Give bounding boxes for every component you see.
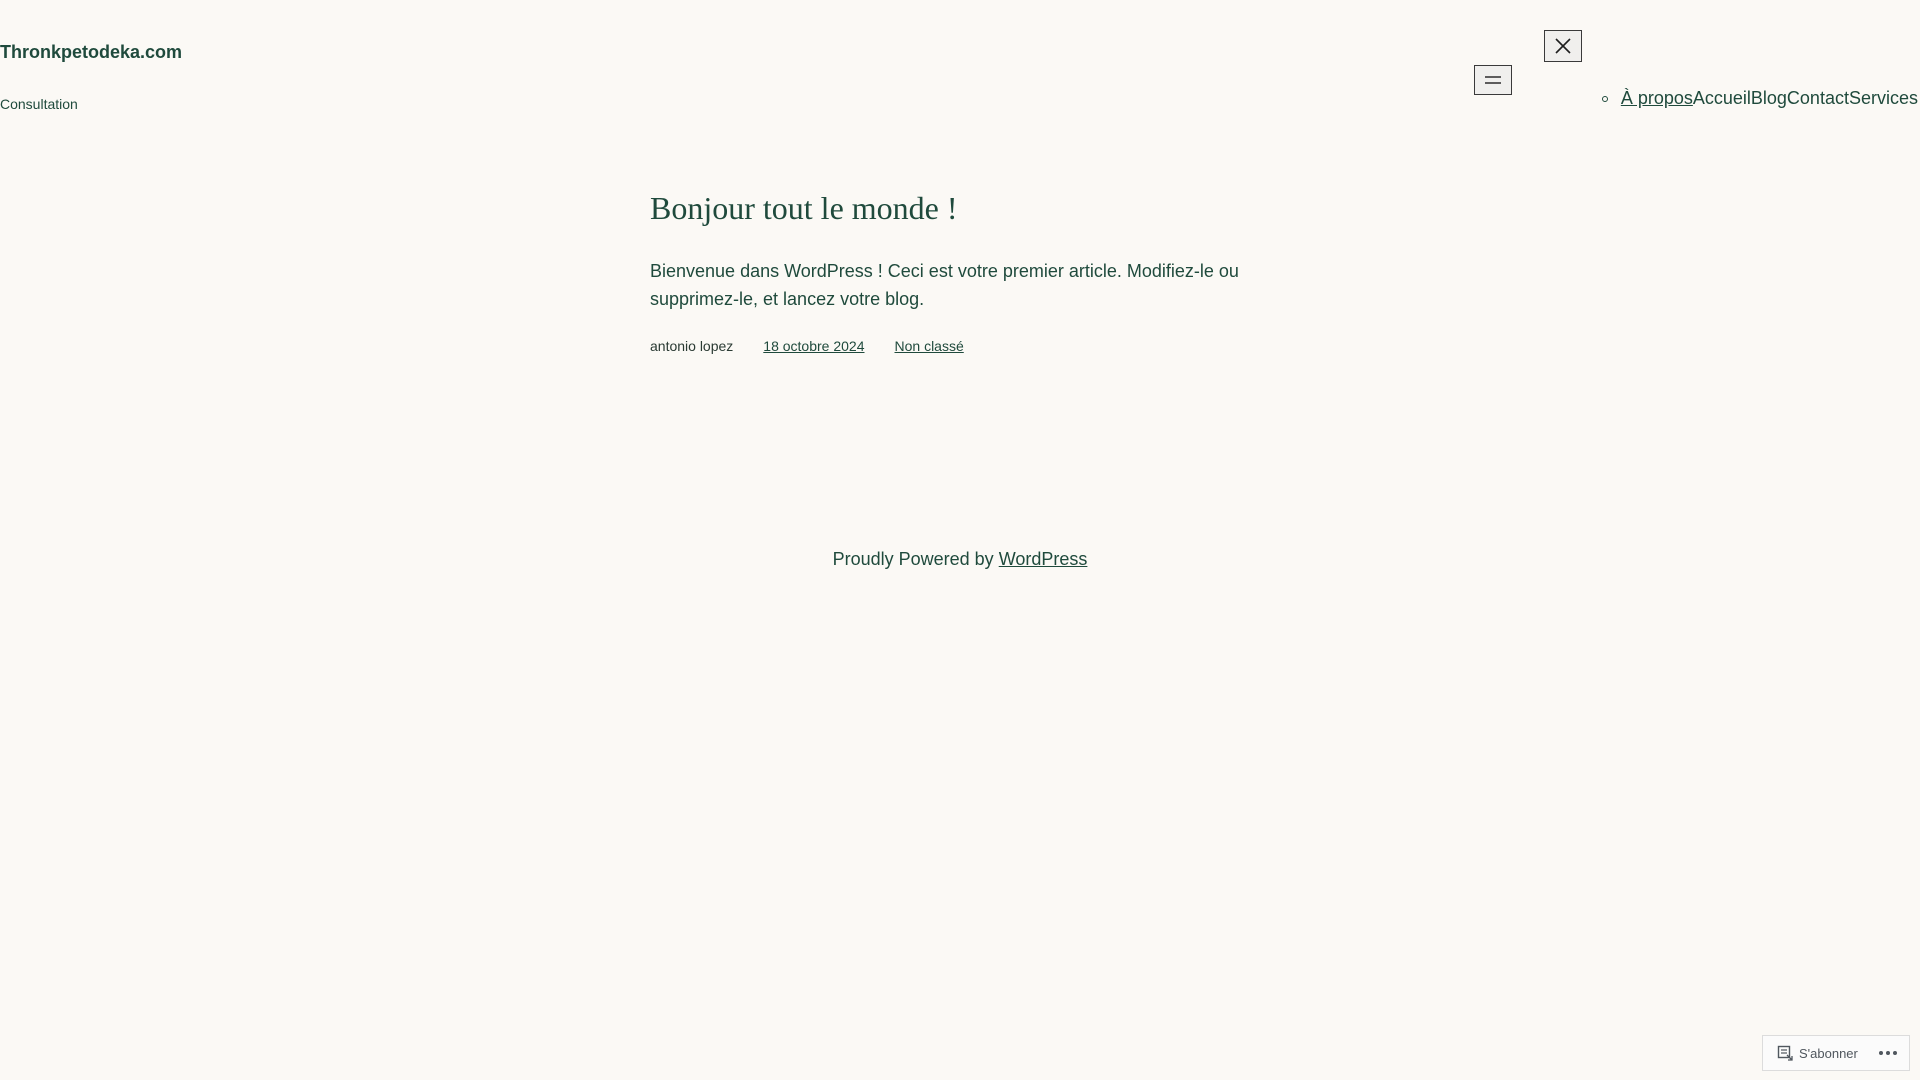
reader-icon — [1777, 1045, 1793, 1061]
nav-item-contact[interactable]: Contact — [1787, 88, 1849, 109]
post-meta: antonio lopez 18 octobre 2024 Non classé — [650, 338, 1290, 354]
subscribe-label: S'abonner — [1799, 1045, 1858, 1061]
site-footer: Proudly Powered by WordPress — [0, 549, 1920, 570]
nav-item-accueil[interactable]: Accueil — [1693, 88, 1751, 109]
more-dot — [1893, 1051, 1897, 1055]
close-icon — [1555, 38, 1571, 54]
post-date-link[interactable]: 18 octobre 2024 — [763, 338, 864, 354]
footer-wordpress-link[interactable]: WordPress — [999, 549, 1088, 569]
footer-credit-text: Proudly Powered by — [832, 549, 994, 569]
nav-item-a-propos[interactable]: À propos — [1621, 88, 1693, 109]
primary-navigation: À propos Accueil Blog Contact Services — [1601, 86, 1918, 110]
post-content: Bienvenue dans WordPress ! Ceci est votr… — [650, 261, 1239, 309]
subscribe-button[interactable]: S'abonner — [1763, 1036, 1858, 1070]
open-menu-button[interactable] — [1474, 65, 1512, 95]
nav-bullet-icon — [1601, 96, 1608, 102]
post-author: antonio lopez — [650, 338, 734, 354]
post-title[interactable]: Bonjour tout le monde ! — [650, 188, 1290, 228]
subscribe-bar: S'abonner — [1762, 1035, 1910, 1071]
more-dot — [1886, 1051, 1890, 1055]
post-category-link[interactable]: Non classé — [895, 338, 964, 354]
more-dot — [1879, 1051, 1883, 1055]
hamburger-icon — [1485, 76, 1501, 84]
more-dots-icon[interactable] — [1879, 1051, 1897, 1055]
site-title[interactable]: Thronkpetodeka.com — [0, 42, 182, 63]
close-menu-button[interactable] — [1544, 30, 1582, 62]
site-tagline: Consultation — [0, 96, 78, 112]
nav-item-blog[interactable]: Blog — [1751, 88, 1787, 109]
post: Bonjour tout le monde ! Bienvenue dans W… — [650, 188, 1290, 354]
nav-item-services[interactable]: Services — [1849, 88, 1918, 109]
